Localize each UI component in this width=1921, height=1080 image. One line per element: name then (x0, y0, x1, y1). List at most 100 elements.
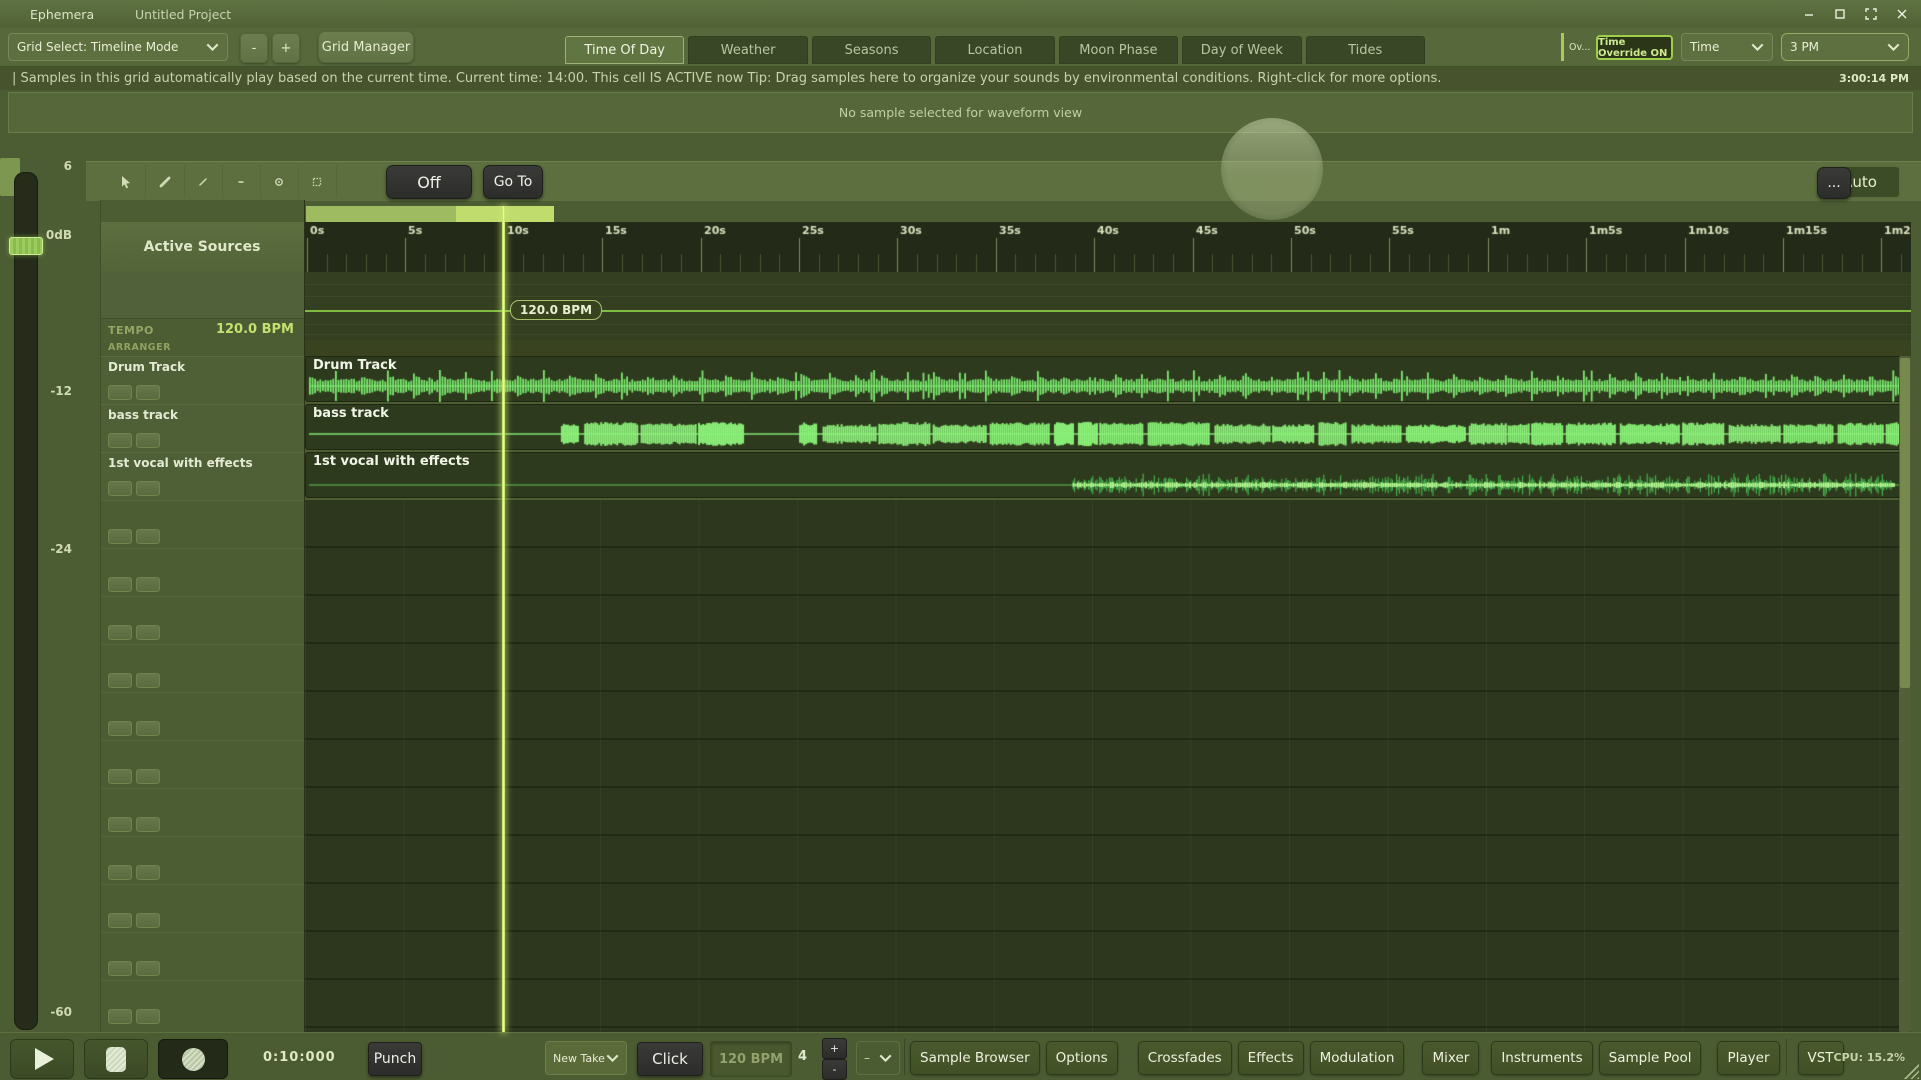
loop-region-active[interactable] (456, 206, 554, 222)
empty-track-row[interactable] (100, 500, 304, 548)
track-mini-button-a[interactable] (108, 865, 132, 880)
track-mini-button-a[interactable] (108, 673, 132, 688)
empty-track-row[interactable] (100, 932, 304, 980)
track-mini-button-b[interactable] (136, 961, 160, 976)
grid-manager-button[interactable]: Grid Manager (318, 31, 414, 63)
panel-button-sample-browser[interactable]: Sample Browser (910, 1041, 1040, 1075)
override-hour-dropdown[interactable]: 3 PM (1781, 33, 1909, 61)
empty-track-row[interactable] (100, 740, 304, 788)
tab-seasons[interactable]: Seasons (812, 36, 931, 64)
track-mini-button-a[interactable] (108, 529, 132, 544)
tab-time-of-day[interactable]: Time Of Day (565, 36, 684, 64)
track-mini-button-a[interactable] (108, 769, 132, 784)
track-mini-button-a[interactable] (108, 961, 132, 976)
zoom-out-button[interactable]: - (240, 33, 268, 63)
panel-button-options[interactable]: Options (1046, 1041, 1118, 1075)
track-row[interactable]: Drum Track (100, 356, 304, 404)
track-mini-button-a[interactable] (108, 625, 132, 640)
track-mini-button-b[interactable] (136, 577, 160, 592)
select-tool-button[interactable] (107, 165, 146, 198)
tempo-row[interactable]: TEMPO 120.0 BPM (100, 318, 304, 341)
panel-button-sample-pool[interactable]: Sample Pool (1599, 1041, 1702, 1075)
beats-decrement-button[interactable]: - (822, 1059, 847, 1080)
track-mini-button-a[interactable] (108, 433, 132, 448)
panel-button-crossfades[interactable]: Crossfades (1138, 1041, 1232, 1075)
tab-moon-phase[interactable]: Moon Phase (1059, 36, 1178, 64)
vertical-scrollbar[interactable] (1899, 356, 1911, 1032)
resize-grip[interactable] (1903, 1063, 1919, 1079)
empty-track-row[interactable] (100, 884, 304, 932)
time-override-toggle[interactable]: Time Override ON (1596, 35, 1673, 60)
tab-tides[interactable]: Tides (1306, 36, 1425, 64)
track-mini-button-a[interactable] (108, 481, 132, 496)
empty-track-row[interactable] (100, 548, 304, 596)
empty-track-grid[interactable] (305, 500, 1911, 1032)
track-mini-button-a[interactable] (108, 721, 132, 736)
region-tool-button[interactable] (298, 165, 337, 198)
tempo-lane[interactable]: 120.0 BPM (305, 272, 1911, 341)
empty-track-row[interactable] (100, 836, 304, 884)
arranger-lane[interactable] (305, 340, 1911, 357)
groove-dropdown[interactable]: – (856, 1041, 900, 1075)
play-button[interactable] (10, 1039, 74, 1079)
empty-track-row[interactable] (100, 644, 304, 692)
track-mini-button-b[interactable] (136, 769, 160, 784)
close-button[interactable] (1891, 3, 1913, 25)
stop-button[interactable] (84, 1039, 148, 1079)
click-button[interactable]: Click (637, 1042, 703, 1076)
pencil-tool-button[interactable] (146, 165, 185, 198)
track-mini-button-b[interactable] (136, 625, 160, 640)
track-mini-button-b[interactable] (136, 1009, 160, 1024)
take-dropdown[interactable]: New Take (545, 1041, 627, 1075)
grid-select-dropdown[interactable]: Grid Select: Timeline Mode (8, 33, 228, 61)
master-fader-track[interactable] (14, 172, 38, 1030)
panel-button-mixer[interactable]: Mixer (1422, 1041, 1479, 1075)
track-mini-button-a[interactable] (108, 913, 132, 928)
track-mini-button-a[interactable] (108, 385, 132, 400)
audio-clip-vocal[interactable]: 1st vocal with effects (305, 452, 1909, 498)
punch-button[interactable]: Punch (368, 1042, 422, 1076)
minimize-button[interactable] (1798, 3, 1820, 25)
record-button[interactable] (158, 1039, 228, 1079)
track-mini-button-b[interactable] (136, 865, 160, 880)
track-mini-button-b[interactable] (136, 481, 160, 496)
track-mini-button-b[interactable] (136, 433, 160, 448)
track-mini-button-a[interactable] (108, 817, 132, 832)
track-mini-button-b[interactable] (136, 817, 160, 832)
track-mini-button-a[interactable] (108, 1009, 132, 1024)
circle-tool-button[interactable] (260, 165, 299, 198)
scrollbar-thumb[interactable] (1900, 358, 1910, 688)
goto-button[interactable]: Go To (483, 165, 543, 199)
track-mini-button-b[interactable] (136, 529, 160, 544)
tempo-marker-badge[interactable]: 120.0 BPM (510, 300, 602, 320)
timeline-ruler[interactable] (305, 222, 1911, 272)
empty-track-row[interactable] (100, 788, 304, 836)
arranger-row[interactable]: ARRANGER (100, 340, 304, 356)
panel-button-instruments[interactable]: Instruments (1491, 1041, 1592, 1075)
panel-button-player[interactable]: Player (1717, 1041, 1779, 1075)
zoom-in-button[interactable]: + (272, 33, 300, 63)
maximize-button[interactable] (1829, 3, 1851, 25)
snap-off-button[interactable]: Off (386, 165, 472, 199)
tab-weather[interactable]: Weather (688, 36, 807, 64)
track-mini-button-b[interactable] (136, 673, 160, 688)
empty-track-row[interactable] (100, 596, 304, 644)
panel-button-effects[interactable]: Effects (1238, 1041, 1304, 1075)
dash-tool-button[interactable] (222, 165, 261, 198)
track-mini-button-b[interactable] (136, 913, 160, 928)
tab-location[interactable]: Location (935, 36, 1054, 64)
fullscreen-button[interactable] (1860, 3, 1882, 25)
line-tool-button[interactable] (184, 165, 223, 198)
track-row[interactable]: bass track (100, 404, 304, 452)
empty-track-row[interactable] (100, 980, 304, 1028)
empty-track-row[interactable] (100, 692, 304, 740)
beats-increment-button[interactable]: + (822, 1038, 847, 1059)
loop-region[interactable] (306, 206, 456, 222)
override-mode-dropdown[interactable]: Time (1681, 33, 1773, 61)
audio-clip-bass[interactable]: bass track (305, 404, 1909, 450)
tab-day-of-week[interactable]: Day of Week (1182, 36, 1301, 64)
playhead[interactable] (502, 206, 505, 1032)
track-mini-button-b[interactable] (136, 385, 160, 400)
track-mini-button-b[interactable] (136, 721, 160, 736)
more-options-button[interactable]: ... (1817, 167, 1851, 199)
